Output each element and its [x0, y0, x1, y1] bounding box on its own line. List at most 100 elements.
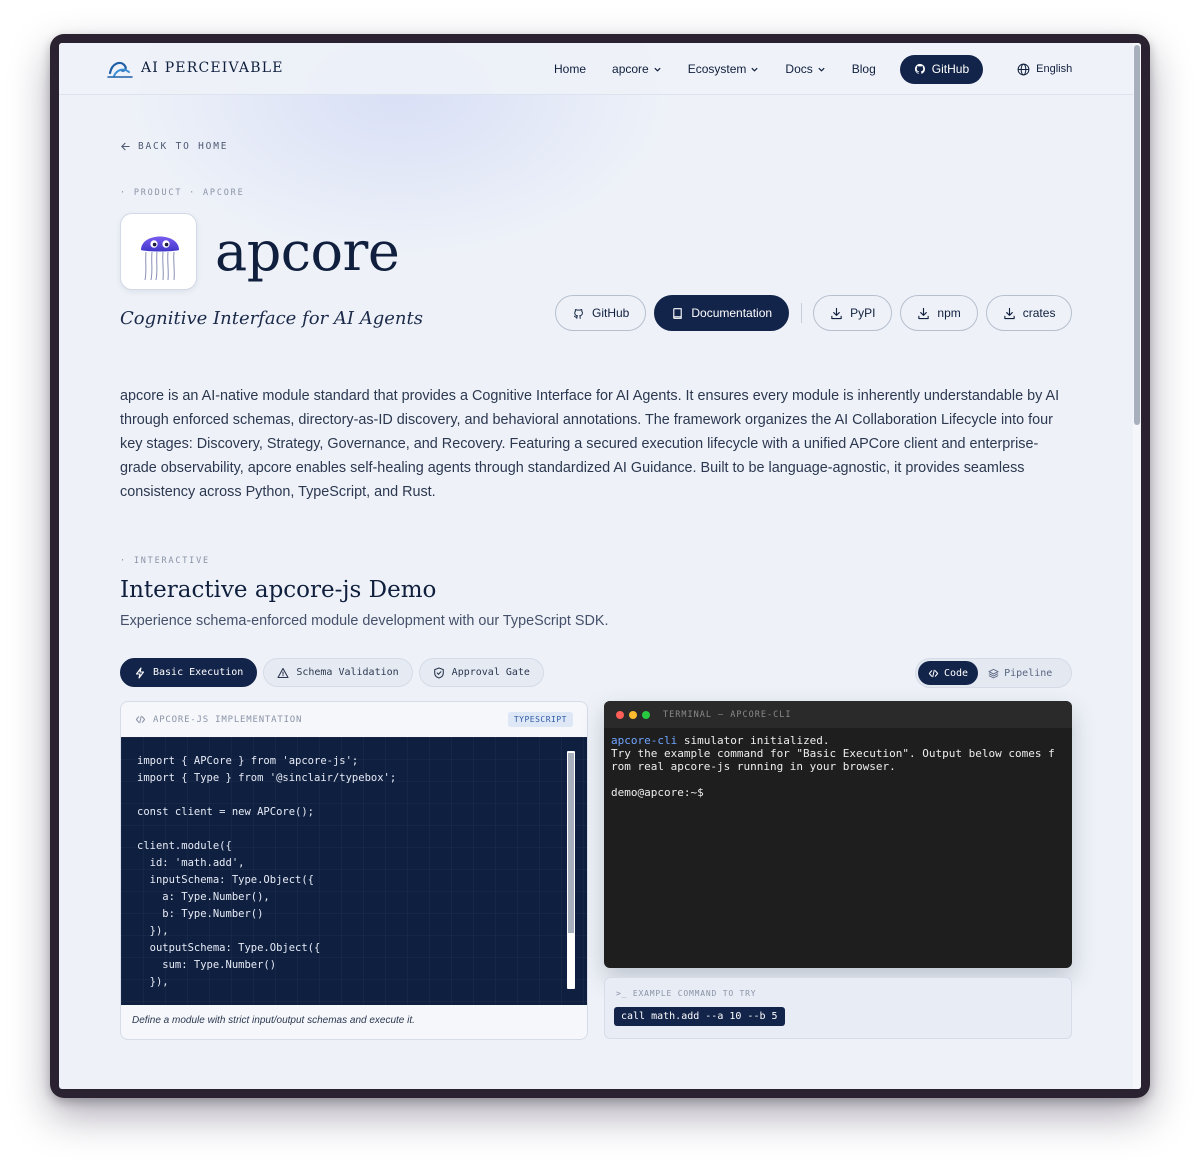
cli-name: apcore-cli — [611, 734, 678, 747]
nav-apcore-label: apcore — [612, 62, 649, 76]
terminal-titlebar: TERMINAL — APCORE-CLI — [604, 701, 1072, 728]
code-panel-header: APCORE-JS IMPLEMENTATION TYPESCRIPT — [121, 702, 587, 737]
crates-label: crates — [1022, 306, 1056, 320]
code-panel: APCORE-JS IMPLEMENTATION TYPESCRIPT impo… — [120, 701, 588, 1040]
section-label: · INTERACTIVE — [120, 556, 210, 566]
tab-approval-gate-label: Approval Gate — [451, 667, 530, 678]
nav-apcore-dropdown[interactable]: apcore — [612, 62, 662, 76]
nav-github-label: GitHub — [931, 62, 970, 76]
nav-home[interactable]: Home — [554, 62, 586, 76]
github-repo-label: GitHub — [592, 306, 630, 320]
download-icon — [918, 307, 930, 319]
pypi-button[interactable]: PyPI — [813, 295, 893, 331]
top-navigation: AI PERCEIVABLE Home apcore Ecosystem Doc… — [59, 43, 1133, 95]
terminal-window[interactable]: TERMINAL — APCORE-CLI apcore-cli simulat… — [604, 701, 1072, 968]
nav-ecosystem-label: Ecosystem — [687, 62, 747, 76]
download-icon — [1004, 307, 1015, 319]
tab-basic-execution[interactable]: Basic Execution — [120, 658, 258, 687]
shield-check-icon — [433, 666, 444, 679]
product-description: apcore is an AI-native module standard t… — [120, 388, 1060, 500]
view-code-label: Code — [944, 667, 969, 679]
code-content: import { APCore } from 'apcore-js'; impo… — [137, 755, 397, 988]
terminal-output: apcore-cli simulator initialized. Try th… — [604, 728, 1072, 805]
nav-docs-dropdown[interactable]: Docs — [785, 62, 825, 76]
example-command[interactable]: call math.add --a 10 --b 5 — [614, 1007, 785, 1026]
demo-title: Interactive apcore-js Demo — [120, 577, 437, 603]
documentation-label: Documentation — [691, 306, 773, 320]
lightning-icon — [135, 666, 145, 679]
tab-schema-validation[interactable]: Schema Validation — [263, 658, 413, 687]
view-pipeline-label: Pipeline — [1004, 667, 1053, 679]
jellyfish-icon — [141, 236, 179, 281]
terminal-title: TERMINAL — APCORE-CLI — [663, 709, 792, 720]
pypi-label: PyPI — [850, 306, 876, 320]
chevron-down-icon — [654, 67, 661, 72]
page-scrollbar[interactable] — [1133, 43, 1141, 1089]
book-icon — [673, 307, 683, 319]
nav-github-button[interactable]: GitHub — [899, 54, 984, 84]
nav-home-label: Home — [554, 62, 587, 76]
nav-links: Home apcore Ecosystem Docs Blog GitHub E… — [554, 43, 1072, 95]
nav-ecosystem-dropdown[interactable]: Ecosystem — [688, 62, 760, 76]
chevron-down-icon — [818, 67, 825, 72]
github-icon — [573, 308, 583, 319]
code-scrollbar[interactable] — [567, 751, 575, 989]
tab-approval-gate[interactable]: Approval Gate — [418, 658, 544, 687]
demo-tabs: Basic Execution Schema Validation Approv… — [120, 658, 544, 687]
terminal-line: Try the example command for "Basic Execu… — [611, 747, 1055, 760]
layers-icon — [988, 668, 999, 678]
language-badge: TYPESCRIPT — [507, 712, 573, 727]
crates-button[interactable]: crates — [985, 295, 1073, 331]
browser-viewport: AI PERCEIVABLE Home apcore Ecosystem Doc… — [59, 43, 1141, 1089]
terminal-line: rom real apcore-js running in your brows… — [611, 760, 896, 773]
tab-basic-execution-label: Basic Execution — [153, 667, 244, 678]
demo-subtitle: Experience schema-enforced module develo… — [120, 613, 609, 629]
brand-logo[interactable]: AI PERCEIVABLE — [107, 57, 284, 79]
code-scrollbar-thumb[interactable] — [568, 753, 574, 933]
init-text: simulator initialized. — [677, 734, 830, 747]
nav-blog-label: Blog — [851, 62, 876, 76]
terminal-init-line: apcore-cli simulator initialized. — [611, 734, 1065, 747]
view-code-button[interactable]: Code — [918, 661, 979, 685]
product-title: apcore — [215, 220, 400, 283]
language-selector[interactable]: English — [1017, 63, 1072, 76]
tab-schema-validation-label: Schema Validation — [296, 667, 399, 678]
brand-name: AI PERCEIVABLE — [141, 60, 284, 76]
chevron-down-icon — [751, 67, 759, 72]
button-divider — [801, 303, 803, 323]
code-brackets-icon — [135, 715, 146, 724]
back-to-home-label: BACK TO HOME — [138, 141, 229, 152]
view-toggle: Code Pipeline — [915, 658, 1072, 688]
globe-icon — [1017, 63, 1030, 75]
code-panel-title: APCORE-JS IMPLEMENTATION — [153, 714, 303, 725]
github-repo-button[interactable]: GitHub — [555, 295, 647, 331]
download-icon — [831, 307, 842, 319]
nav-blog[interactable]: Blog — [852, 62, 876, 76]
maximize-dot-icon — [642, 710, 650, 719]
breadcrumb: · PRODUCT · APCORE — [120, 188, 245, 198]
code-caption: Define a module with strict input/output… — [132, 1015, 415, 1026]
nav-docs-label: Docs — [785, 62, 813, 76]
warning-triangle-icon — [277, 667, 289, 678]
device-frame: AI PERCEIVABLE Home apcore Ecosystem Doc… — [50, 34, 1150, 1098]
product-tagline: Cognitive Interface for AI Agents — [120, 308, 423, 329]
code-editor[interactable]: import { APCore } from 'apcore-js'; impo… — [121, 737, 587, 1005]
product-links: GitHub Documentation PyPI npm crates — [555, 295, 1080, 331]
minimize-dot-icon — [629, 710, 637, 719]
documentation-button[interactable]: Documentation — [654, 295, 790, 331]
language-label: English — [1036, 63, 1073, 75]
github-icon — [914, 63, 925, 74]
close-dot-icon — [616, 710, 624, 719]
example-command-label: >_ EXAMPLE COMMAND TO TRY — [616, 989, 757, 998]
back-to-home-link[interactable]: BACK TO HOME — [120, 141, 228, 152]
example-command-box: >_ EXAMPLE COMMAND TO TRY call math.add … — [604, 977, 1072, 1039]
view-pipeline-button[interactable]: Pipeline — [978, 661, 1062, 685]
wave-logo-icon — [107, 61, 133, 78]
npm-button[interactable]: npm — [900, 295, 978, 331]
product-icon — [120, 213, 197, 290]
arrow-left-icon — [121, 142, 130, 151]
page-scrollbar-thumb[interactable] — [1134, 45, 1140, 425]
code-brackets-icon — [928, 669, 939, 677]
terminal-prompt[interactable]: demo@apcore:~$ — [611, 786, 1065, 799]
